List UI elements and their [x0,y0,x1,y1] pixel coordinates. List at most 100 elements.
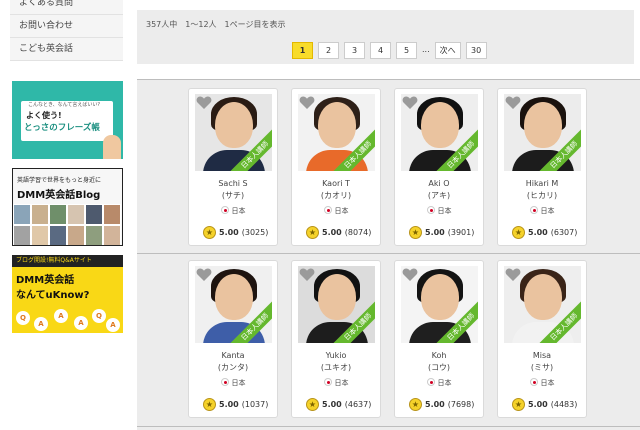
tutor-rating: ★ 5.00 (1037) [203,398,268,411]
next-page-button[interactable]: 次へ [434,42,461,59]
banner-qa-bubbles: Q A A A Q A [12,307,123,333]
tutor-row: 日本人講師 Kanta (カンタ) 日本 ★ 5.00 (1037) 日本人講師 … [188,260,587,418]
review-count: (6307) [550,228,578,237]
last-page-button[interactable]: 30 [465,42,487,59]
rating-score: 5.00 [322,400,342,409]
tutor-rating: ★ 5.00 (3025) [203,226,268,239]
tutor-photo[interactable]: 日本人講師 [401,94,478,171]
tutor-photo[interactable]: 日本人講師 [504,94,581,171]
rating-score: 5.00 [219,228,239,237]
sidebar-item-kids[interactable]: こども英会話 [10,38,123,61]
tutor-card[interactable]: 日本人講師 Kaori T (カオリ) 日本 ★ 5.00 (8074) [291,88,381,246]
tutor-name-kana: (ヒカリ) [526,191,558,200]
tutor-country: 日本 [498,206,586,216]
tutor-name[interactable]: Misa [498,351,586,360]
banner-logo: DMM英会話Blog [17,190,101,201]
banner-caption: こんなとき、なんて言えばいい? [28,102,101,108]
tutor-name-kana: (コウ) [428,363,450,372]
tutor-name[interactable]: Kaori T [292,179,380,188]
country-label: 日本 [437,379,452,387]
page-2-button[interactable]: 2 [318,42,339,59]
face [421,102,459,148]
face [318,102,356,148]
tutor-country: 日本 [292,378,380,388]
heart-icon[interactable] [299,267,315,282]
pagination: 1 2 3 4 5 ... 次へ 30 [292,42,487,59]
tutor-card[interactable]: 日本人講師 Yukio (ユキオ) 日本 ★ 5.00 (4637) [291,260,381,418]
pagination-panel: 357人中 1〜12人 1ページ目を表示 1 2 3 4 5 ... 次へ 30 [137,10,634,64]
tutor-card[interactable]: 日本人講師 Misa (ミサ) 日本 ★ 5.00 (4483) [497,260,587,418]
heart-icon[interactable] [505,95,521,110]
qa-bubble-icon: Q [16,311,30,325]
rating-score: 5.00 [219,400,239,409]
tutor-name[interactable]: Sachi S [189,179,277,188]
country-label: 日本 [540,207,555,215]
tutor-photo[interactable]: 日本人講師 [401,266,478,343]
star-icon: ★ [203,226,216,239]
row-divider [137,253,640,254]
tutor-card[interactable]: 日本人講師 Kanta (カンタ) 日本 ★ 5.00 (1037) [188,260,278,418]
japan-flag-icon [220,378,229,386]
tutor-photo[interactable]: 日本人講師 [298,94,375,171]
tutor-photo[interactable]: 日本人講師 [195,94,272,171]
page-5-button[interactable]: 5 [396,42,417,59]
banner-title: なんてuKnow? [16,290,90,301]
qa-bubble-icon: Q [92,309,106,323]
rating-score: 5.00 [425,228,445,237]
country-label: 日本 [334,379,349,387]
country-label: 日本 [334,207,349,215]
tutor-name[interactable]: Hikari M [498,179,586,188]
sidebar-menu: よくある質問 お問い合わせ こども英会話 [10,0,123,61]
tutor-card[interactable]: 日本人講師 Hikari M (ヒカリ) 日本 ★ 5.00 (6307) [497,88,587,246]
tutor-country: 日本 [498,378,586,388]
tutor-name[interactable]: Yukio [292,351,380,360]
uknow-banner[interactable]: ブログ開設!無料Q&Aサイト DMM英会話 なんてuKnow? Q A A A … [12,255,123,333]
tutor-photo[interactable]: 日本人講師 [298,266,375,343]
tutor-country: 日本 [395,378,483,388]
tutor-name[interactable]: Koh [395,351,483,360]
tutor-name-kana: (サチ) [221,191,245,200]
heart-icon[interactable] [505,267,521,282]
sidebar-item-contact[interactable]: お問い合わせ [10,15,123,38]
tutor-photo[interactable]: 日本人講師 [504,266,581,343]
hand-illustration-icon [103,135,121,159]
star-icon: ★ [512,226,525,239]
star-icon: ★ [512,398,525,411]
tutor-name[interactable]: Kanta [189,351,277,360]
page-1-button[interactable]: 1 [292,42,313,59]
tutor-card[interactable]: 日本人講師 Aki O (アキ) 日本 ★ 5.00 (3901) [394,88,484,246]
banner-photo-collage [13,204,122,245]
star-icon: ★ [409,226,422,239]
heart-icon[interactable] [196,267,212,282]
page-4-button[interactable]: 4 [370,42,391,59]
tutor-card[interactable]: 日本人講師 Koh (コウ) 日本 ★ 5.00 (7698) [394,260,484,418]
tutor-card[interactable]: 日本人講師 Sachi S (サチ) 日本 ★ 5.00 (3025) [188,88,278,246]
tutor-country: 日本 [189,206,277,216]
tutor-name-kana: (アキ) [427,191,451,200]
tutor-name-kana: (ユキオ) [320,363,352,372]
tutor-name-kana: (カンタ) [217,363,249,372]
page-3-button[interactable]: 3 [344,42,365,59]
review-count: (3025) [241,228,269,237]
heart-icon[interactable] [402,95,418,110]
qa-bubble-icon: A [74,316,88,330]
banner-logo: DMM英会話 [16,275,75,286]
tutor-photo[interactable]: 日本人講師 [195,266,272,343]
phrase-book-banner[interactable]: こんなとき、なんて言えばいい? よく使う! とっさのフレーズ帳 [12,81,123,159]
face [318,274,356,320]
tutor-rating: ★ 5.00 (8074) [306,226,371,239]
review-count: (4483) [550,400,578,409]
heart-icon[interactable] [402,267,418,282]
tutor-country: 日本 [395,206,483,216]
heart-icon[interactable] [196,95,212,110]
sidebar-item-faq[interactable]: よくある質問 [10,0,123,15]
star-icon: ★ [306,398,319,411]
japan-flag-icon [426,378,435,386]
blog-banner[interactable]: 英語学習で世界をもっと身近に DMM英会話Blog [12,168,123,246]
qa-bubble-icon: A [106,318,120,332]
face [421,274,459,320]
heart-icon[interactable] [299,95,315,110]
japan-flag-icon [323,206,332,214]
tutor-name[interactable]: Aki O [395,179,483,188]
tutor-name-kana: (カオリ) [320,191,352,200]
